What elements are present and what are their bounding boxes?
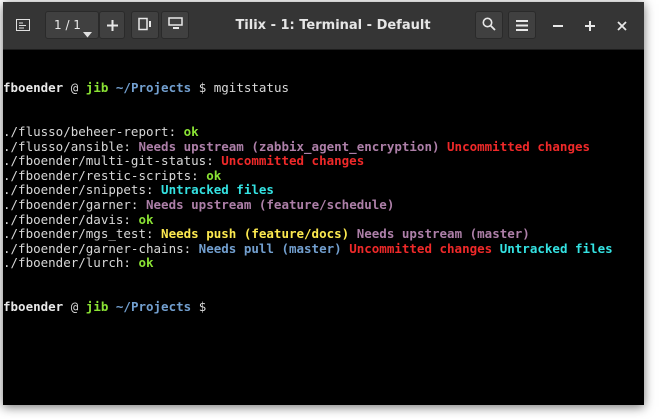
command-output: ./flusso/beheer-report: ok ./flusso/ansib…	[3, 123, 644, 271]
session-switcher[interactable]: 1 / 1	[45, 11, 99, 39]
output-line: ./fboender/davis: ok	[3, 211, 644, 228]
plus-icon	[106, 16, 118, 35]
output-line: ./fboender/garner-chains: Needs pull (ma…	[3, 240, 644, 257]
repo-status-ok: ok	[138, 211, 154, 227]
repo-path: ./fboender/snippets:	[3, 182, 162, 198]
repo-path: ./fboender/restic-scripts:	[3, 167, 207, 183]
session-label: 1 / 1	[54, 18, 81, 32]
tilix-window: 1 / 1 Tilix - 1: Terminal - Default fboe…	[3, 2, 644, 405]
repo-path: ./fboender/garner:	[3, 196, 146, 212]
repo-status-untracked: Untracked files	[499, 240, 613, 256]
repo-status-needs-up: Needs upstream (feature/schedule)	[146, 196, 395, 212]
split-down-icon	[167, 16, 183, 35]
prompt-at: @	[63, 80, 86, 96]
repo-status-ok: ok	[206, 167, 222, 183]
repo-status-ok: ok	[183, 123, 199, 139]
prompt-at: @	[63, 299, 86, 315]
split-right-button[interactable]	[131, 11, 159, 39]
repo-path	[349, 226, 357, 241]
repo-path: ./fboender/davis:	[3, 211, 139, 227]
prompt-cwd: ~/Projects	[108, 299, 192, 315]
output-line: ./flusso/ansible: Needs upstream (zabbix…	[3, 138, 644, 155]
prompt-host: jib	[85, 299, 109, 315]
repo-status-needs-up: Needs upstream (zabbix_agent_encryption)	[138, 138, 440, 154]
output-line: ./fboender/mgs_test: Needs push (feature…	[3, 226, 644, 242]
output-line: ./fboender/multi-git-status: Uncommitted…	[3, 153, 644, 169]
repo-path: ./fboender/mgs_test:	[3, 226, 162, 242]
repo-status-needs-up: Needs upstream (master)	[356, 226, 530, 242]
repo-status-uncommitted: Uncommitted changes	[221, 153, 365, 169]
prompt-cwd: ~/Projects	[108, 80, 192, 96]
output-line: ./flusso/beheer-report: ok	[3, 123, 644, 140]
split-down-button[interactable]	[161, 11, 189, 39]
repo-path: ./fboender/garner-chains:	[3, 240, 199, 256]
window-title: Tilix - 1: Terminal - Default	[235, 18, 431, 33]
repo-path: ./fboender/lurch:	[3, 255, 139, 271]
output-line: ./fboender/snippets: Untracked files	[3, 183, 644, 198]
repo-path: ./fboender/multi-git-status:	[3, 153, 222, 169]
command-text: mgitstatus	[213, 80, 290, 96]
repo-status-untracked: Untracked files	[161, 182, 274, 198]
prompt-user: fboender	[3, 80, 64, 96]
terminal-output[interactable]: fboender @ jib ~/Projects $ mgitstatus .…	[3, 50, 644, 405]
prompt-line: fboender @ jib ~/Projects $	[3, 299, 644, 315]
prompt-host: jib	[85, 80, 109, 96]
maximize-icon	[585, 16, 595, 35]
add-terminal-button[interactable]	[99, 11, 125, 39]
search-icon	[482, 16, 496, 35]
hamburger-menu-icon	[516, 16, 528, 35]
prompt-line: fboender @ jib ~/Projects $ mgitstatus	[3, 80, 644, 96]
menu-button[interactable]	[508, 11, 536, 39]
repo-status-uncommitted: Uncommitted changes	[349, 240, 493, 256]
title-bar: 1 / 1 Tilix - 1: Terminal - Default	[3, 2, 644, 50]
close-button[interactable]	[609, 11, 635, 39]
output-line: ./fboender/restic-scripts: ok	[3, 167, 644, 184]
search-button[interactable]	[475, 11, 503, 39]
terminal-sidebar-glyph	[16, 19, 30, 31]
repo-path: ./flusso/beheer-report:	[3, 123, 184, 139]
prompt-symbol: $	[191, 80, 214, 96]
chevron-down-icon	[83, 23, 92, 42]
close-icon	[617, 16, 627, 35]
repo-status-ok: ok	[138, 255, 154, 271]
repo-status-needs-pull: Needs pull (master)	[198, 240, 342, 256]
output-line: ./fboender/lurch: ok	[3, 256, 644, 271]
prompt-user: fboender	[3, 299, 64, 315]
split-right-icon	[138, 16, 152, 35]
minimize-icon	[553, 16, 563, 35]
repo-path	[440, 139, 448, 154]
output-line: ./fboender/garner: Needs upstream (featu…	[3, 196, 644, 213]
repo-path	[492, 241, 500, 256]
prompt-symbol: $	[191, 299, 214, 315]
repo-status-needs-push: Needs push (feature/docs)	[161, 226, 350, 242]
minimize-button[interactable]	[545, 11, 571, 39]
terminal-sidebar-icon[interactable]	[9, 11, 37, 39]
repo-path: ./flusso/ansible:	[3, 138, 139, 154]
repo-status-uncommitted: Uncommitted changes	[447, 138, 591, 154]
maximize-button[interactable]	[577, 11, 603, 39]
